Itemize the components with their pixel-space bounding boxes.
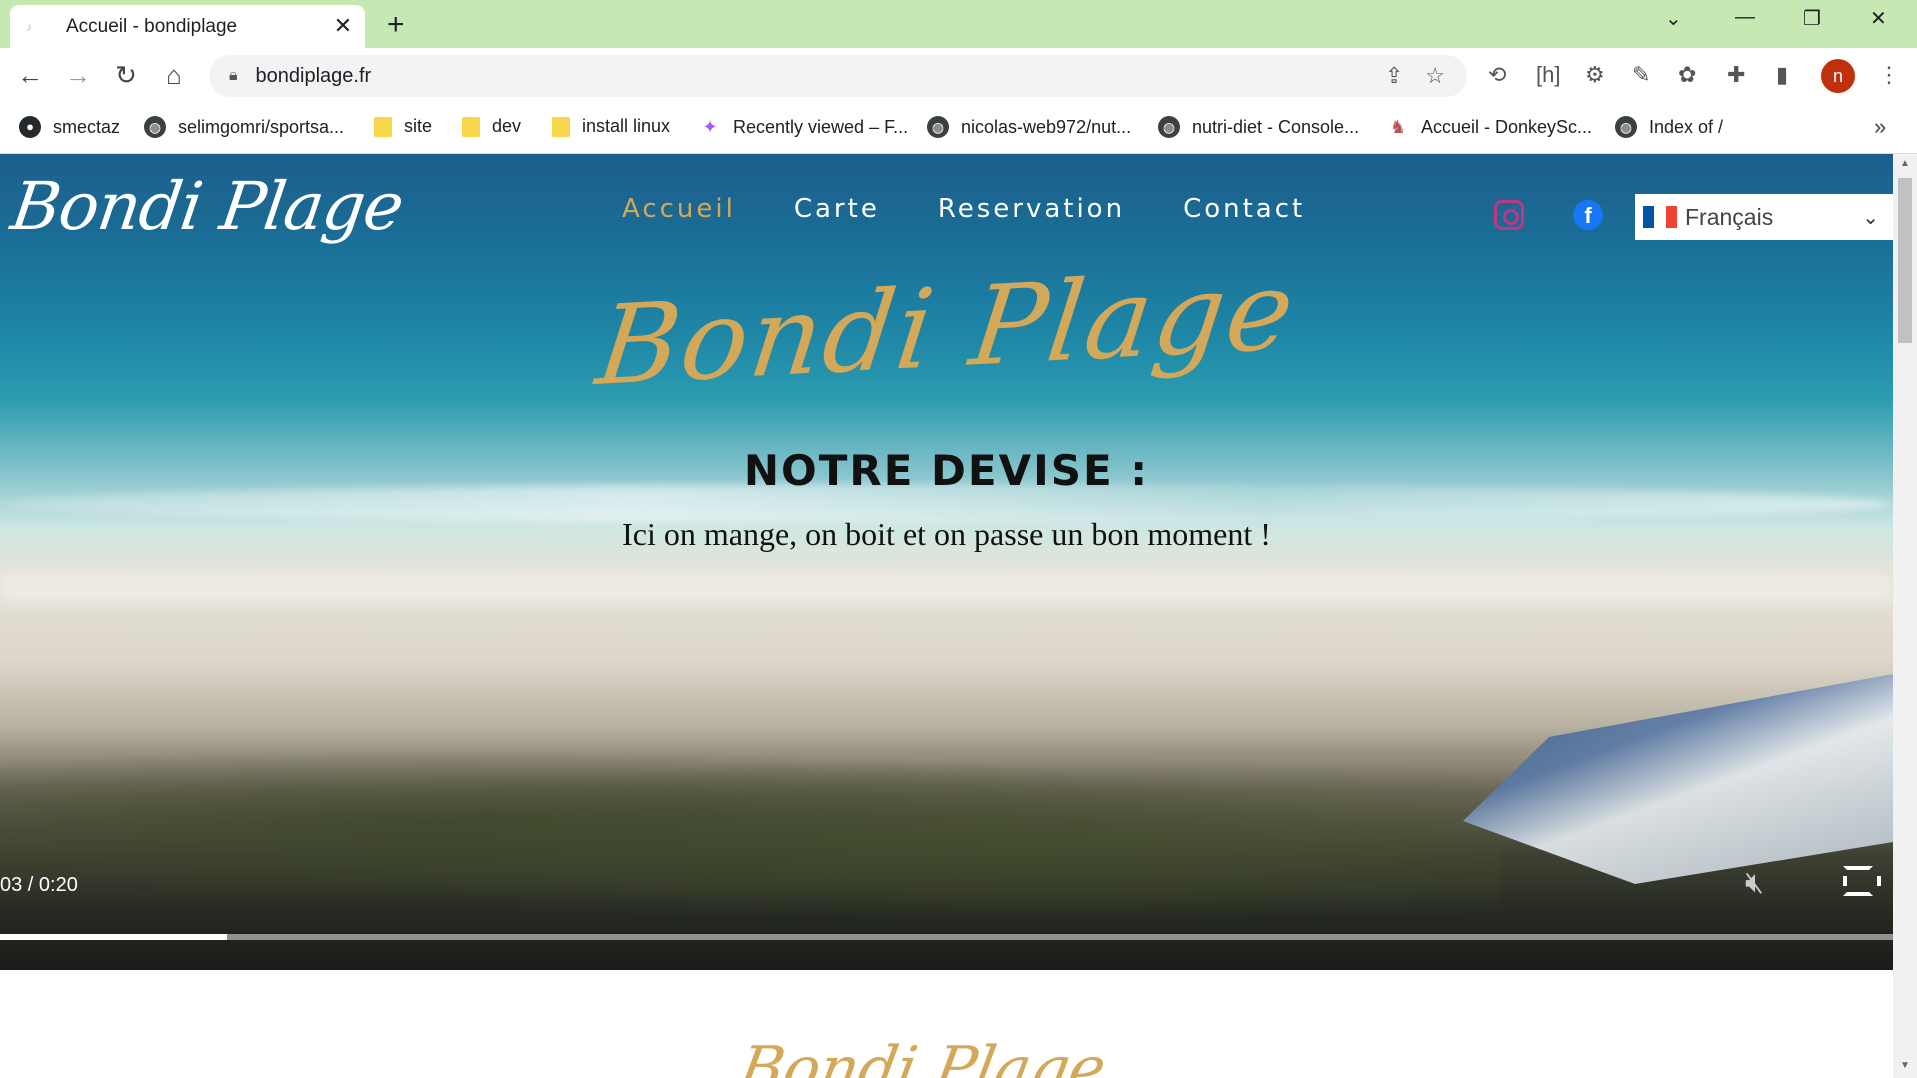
bookmark-star-icon[interactable]: ☆ [1425, 63, 1445, 89]
browser-toolbar: ← → ↻ ⌂ 🔒︎ bondiplage.fr ⇪ ☆ ⟲ [h] ⚙ ✎ ✿… [0, 48, 1917, 106]
minimize-button[interactable]: — [1735, 6, 1755, 29]
scroll-up-arrow-icon[interactable]: ▲ [1900, 158, 1910, 169]
forward-arrow-icon[interactable]: → [62, 60, 94, 91]
french-flag-icon [1643, 206, 1677, 228]
bookmark-item[interactable]: dev [462, 116, 521, 137]
browser-tab[interactable]: ♪ Accueil - bondiplage ✕ [10, 5, 365, 48]
address-bar[interactable]: 🔒︎ bondiplage.fr ⇪ ☆ [209, 55, 1467, 97]
url-text[interactable]: bondiplage.fr [256, 65, 1385, 88]
bookmark-item[interactable]: ◍ Index of / [1615, 116, 1723, 138]
close-window-button[interactable]: ✕ [1870, 6, 1887, 31]
bookmark-item[interactable]: ◍ selimgomri/sportsa... [144, 116, 344, 138]
globe-icon: ◍ [144, 116, 166, 138]
extension-eyedropper-icon[interactable]: ✎ [1632, 62, 1650, 88]
extensions-puzzle-icon[interactable]: ✚ [1727, 62, 1745, 88]
github-icon: ● [19, 116, 41, 138]
side-panel-icon[interactable]: ▮ [1776, 62, 1788, 88]
bookmark-label: install linux [582, 116, 671, 136]
extension-headings-icon[interactable]: [h] [1536, 62, 1560, 88]
site-favicon-icon: ♪ [26, 19, 32, 34]
extension-colorful-icon[interactable]: ✿ [1678, 62, 1696, 88]
reload-icon[interactable]: ↻ [110, 60, 142, 91]
motto-text: Ici on mange, on boit et on passe un bon… [622, 516, 1271, 552]
nav-link-carte[interactable]: Carte [794, 194, 880, 224]
donkey-icon: ♞ [1389, 117, 1407, 137]
bookmark-label: Index of / [1649, 116, 1724, 137]
page-scrollbar[interactable]: ▲ ▼ [1893, 154, 1917, 1078]
bookmark-label: nutri-diet - Console... [1192, 116, 1360, 137]
trees-overlay [0, 734, 1500, 914]
nav-link-accueil[interactable]: Accueil [622, 194, 736, 224]
extension-sync-icon[interactable]: ⟲ [1488, 62, 1506, 88]
bookmarks-bar: ● smectaz ◍ selimgomri/sportsa... site d… [0, 106, 1917, 154]
browser-tab-strip: ♪ Accueil - bondiplage ✕ + ⌄ — ❐ ✕ [0, 0, 1917, 48]
browser-menu-icon[interactable]: ⋮ [1878, 62, 1900, 88]
bookmark-label: nicolas-web972/nut... [961, 116, 1132, 137]
video-progress-bar[interactable] [0, 934, 1893, 940]
bookmark-label: Accueil - DonkeySc... [1421, 116, 1593, 137]
hero-title: Bondi Plage [590, 246, 1303, 410]
bookmark-label: selimgomri/sportsa... [178, 116, 345, 137]
bookmark-item[interactable]: site [374, 116, 432, 137]
bookmark-item[interactable]: ● smectaz [19, 116, 120, 138]
building-overlay [1463, 674, 1893, 884]
share-icon[interactable]: ⇪ [1385, 63, 1403, 89]
muted-speaker-icon[interactable]: 🔇︎ [1745, 866, 1764, 900]
motto-heading: NOTRE DEVISE : [743, 446, 1150, 495]
fullscreen-icon[interactable] [1843, 866, 1881, 896]
restore-button[interactable]: ❐ [1803, 6, 1821, 31]
bookmark-label: smectaz [53, 116, 121, 137]
page-viewport: Bondi Plage Accueil Carte Reservation Co… [0, 154, 1893, 1078]
more-bookmarks-icon[interactable]: » [1874, 114, 1886, 140]
profile-avatar[interactable]: n [1821, 59, 1855, 93]
bookmark-label: dev [492, 116, 522, 136]
instagram-icon[interactable] [1494, 200, 1524, 230]
bookmark-item[interactable]: install linux [552, 116, 670, 137]
folder-icon [552, 116, 570, 137]
figma-icon: ✦ [702, 117, 718, 137]
bookmark-label: site [404, 116, 433, 136]
globe-icon: ◍ [1615, 116, 1637, 138]
bookmark-item[interactable]: ◍ nicolas-web972/nut... [927, 116, 1131, 138]
nav-link-reservation[interactable]: Reservation [938, 194, 1125, 224]
scrollbar-thumb[interactable] [1898, 178, 1912, 343]
facebook-icon[interactable]: f [1573, 200, 1603, 230]
lock-icon: 🔒︎ [229, 67, 238, 84]
new-tab-button[interactable]: + [387, 8, 405, 42]
back-arrow-icon[interactable]: ← [14, 60, 46, 91]
site-logo[interactable]: Bondi Plage [7, 168, 408, 245]
tab-title: Accueil - bondiplage [66, 15, 238, 37]
folder-icon [374, 116, 392, 137]
site-navigation: Accueil Carte Reservation Contact [622, 194, 1305, 224]
close-tab-icon[interactable]: ✕ [331, 14, 355, 39]
video-time: 03 / 0:20 [0, 874, 78, 896]
hero-video[interactable]: Bondi Plage Accueil Carte Reservation Co… [0, 154, 1893, 970]
globe-icon: ◍ [1158, 116, 1180, 138]
bookmark-item[interactable]: ◍ nutri-diet - Console... [1158, 116, 1359, 138]
wave-foam [0, 574, 1893, 604]
scroll-down-arrow-icon[interactable]: ▼ [1900, 1060, 1910, 1071]
extension-gear-icon[interactable]: ⚙ [1585, 62, 1605, 88]
bookmark-label: Recently viewed – F... [733, 116, 909, 137]
tab-search-icon[interactable]: ⌄ [1665, 6, 1682, 31]
bookmark-item[interactable]: ✦ Recently viewed – F... [699, 116, 908, 138]
bookmark-item[interactable]: ♞ Accueil - DonkeySc... [1387, 116, 1592, 138]
nav-link-contact[interactable]: Contact [1183, 194, 1305, 224]
section-title: Bondi Plage [733, 1034, 1111, 1078]
home-icon[interactable]: ⌂ [158, 60, 190, 91]
video-progress-fill [0, 934, 228, 940]
folder-icon [462, 116, 480, 137]
globe-icon: ◍ [927, 116, 949, 138]
